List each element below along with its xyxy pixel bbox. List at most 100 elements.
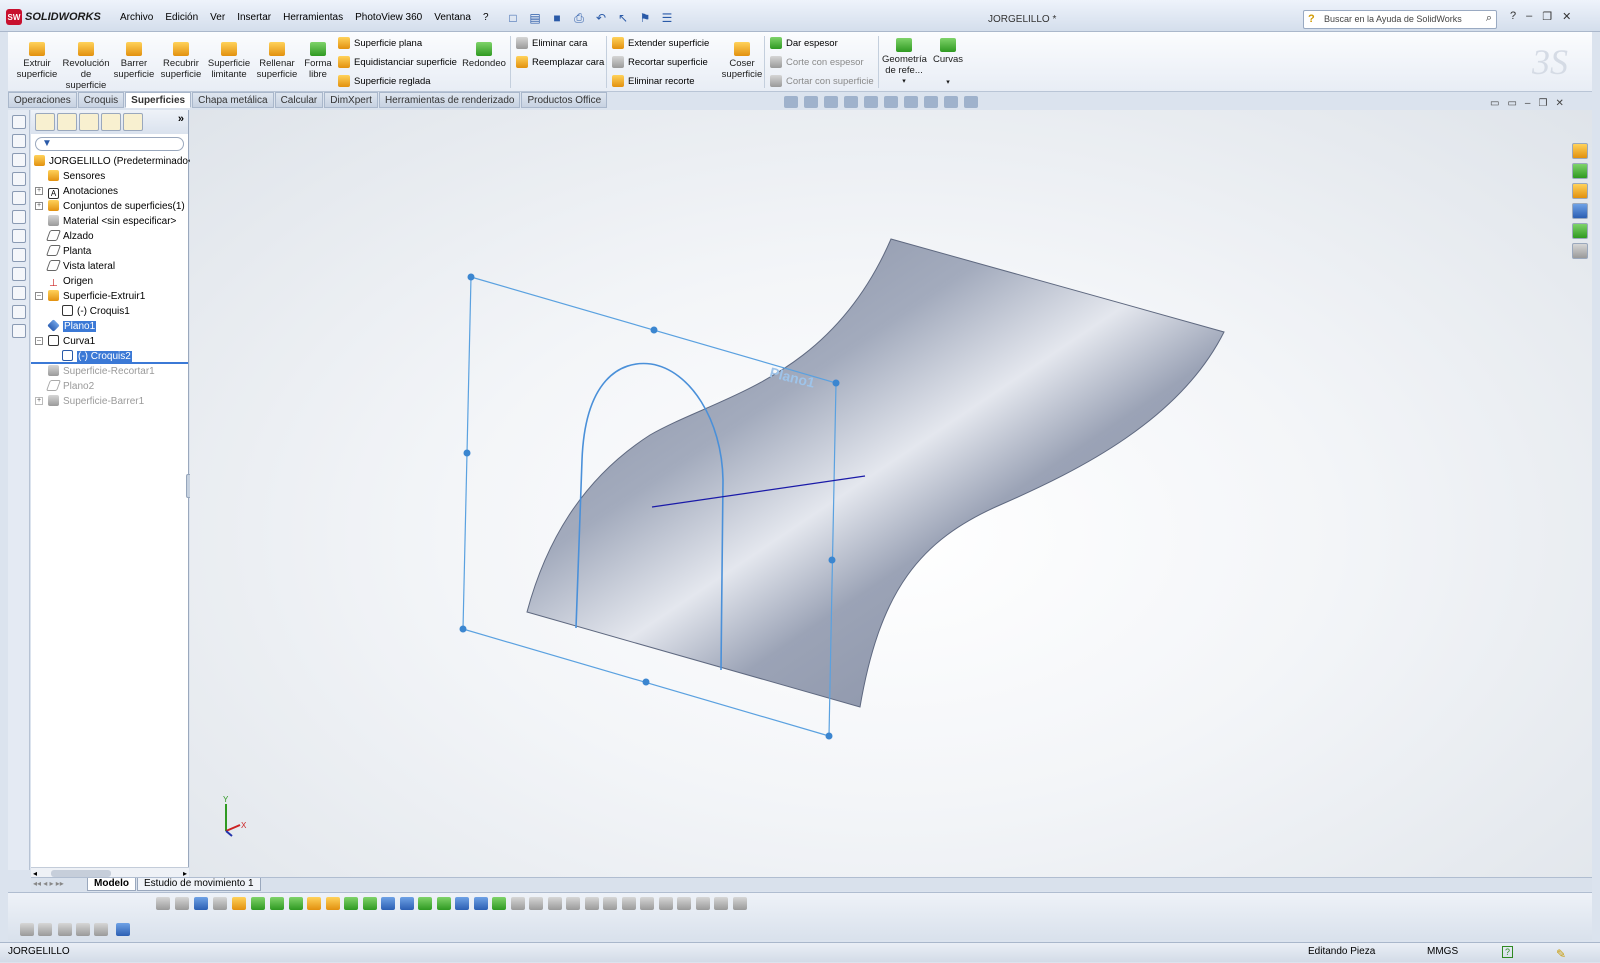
bottom-tool-icon[interactable] [213,897,227,910]
folder-icon[interactable] [1572,183,1588,199]
propertymanager-tab-icon[interactable] [57,113,77,131]
recortar-superficie-button[interactable]: Recortar superficie [612,56,708,68]
tab-productos-office[interactable]: Productos Office [521,92,608,108]
rellenar-superficie-button[interactable]: Rellenar superficie [254,42,300,80]
options-icon[interactable]: ☰ [658,10,676,26]
expand-icon[interactable]: + [35,397,43,405]
toolbar-icon[interactable] [11,191,26,205]
toolbar-icon[interactable] [11,115,26,129]
menu-help[interactable]: ? [483,12,489,23]
bottom-tool-icon[interactable] [76,923,90,936]
bottom-tool-icon[interactable] [566,897,580,910]
tab-nav-icon[interactable]: ◂◂ ◂ ▸ ▸▸ [33,879,64,888]
bottom-tool-icon[interactable] [94,923,108,936]
minimize-icon[interactable]: – [1525,98,1531,109]
model-view[interactable]: Plano1 YX [190,110,1592,882]
help-status-icon[interactable]: ? [1502,946,1513,958]
collapse-icon[interactable]: – [35,292,43,300]
bottom-tool-icon[interactable] [288,897,303,910]
menu-edicion[interactable]: Edición [165,12,198,23]
tab-superficies[interactable]: Superficies [125,92,192,108]
forma-libre-button[interactable]: Forma libre [302,42,334,80]
bottom-tool-icon[interactable] [603,897,617,910]
expand-icon[interactable]: + [35,202,43,210]
bottom-tool-icon[interactable] [621,897,636,910]
tab-modelo[interactable]: Modelo [87,878,136,891]
recubrir-superficie-button[interactable]: Recubrir superficie [158,42,204,80]
bottom-tool-icon[interactable] [529,897,543,910]
bottom-tool-icon[interactable] [584,897,599,910]
view-orientation-icon[interactable] [864,96,878,108]
restore-icon[interactable]: ❐ [1542,10,1552,23]
barrer-superficie-button[interactable]: Barrer superficie [112,42,156,80]
design-library-icon[interactable] [1572,163,1588,179]
swept-surface[interactable] [526,238,1225,708]
tab-calcular[interactable]: Calcular [274,92,324,108]
graphics-area[interactable]: Plano1 YX [190,110,1592,882]
tree-item-croquis2[interactable]: (-) Croquis2 [31,349,188,364]
save-icon[interactable]: ■ [548,10,566,26]
menu-insertar[interactable]: Insertar [237,12,271,23]
dar-espesor-button[interactable]: Dar espesor [770,37,838,49]
bottom-tool-icon[interactable] [714,897,728,910]
select-icon[interactable]: ↖ [614,10,632,26]
menu-photoview[interactable]: PhotoView 360 [355,12,422,23]
tab-chapa-metalica[interactable]: Chapa metálica [192,92,274,108]
view-settings-icon[interactable] [964,96,978,108]
bottom-tool-icon[interactable] [175,897,189,910]
curvas-button[interactable]: Curvas ▾ [930,38,966,88]
tab-dimxpert[interactable]: DimXpert [324,92,378,108]
superficie-plana-button[interactable]: Superficie plana [338,37,422,49]
open-icon[interactable]: ▤ [526,10,544,26]
eliminar-cara-button[interactable]: Eliminar cara [516,37,587,49]
bottom-tool-icon[interactable] [344,897,358,910]
menu-herramientas[interactable]: Herramientas [283,12,343,23]
help-icon[interactable]: ? [1510,10,1516,23]
toolbar-icon[interactable] [11,134,26,148]
bottom-tool-icon[interactable] [732,897,747,910]
geometria-referencia-button[interactable]: Geometría de refe... ▾ [882,38,927,87]
menu-ventana[interactable]: Ventana [434,12,471,23]
extruir-superficie-button[interactable]: Extruir superficie [14,42,60,80]
tree-item-alzado[interactable]: Alzado [31,229,188,244]
dimxpertmanager-tab-icon[interactable] [101,113,121,131]
close-icon[interactable]: ✕ [1562,10,1571,23]
toolbar-icon[interactable] [11,305,26,319]
tree-item-plano1[interactable]: Plano1 [31,319,188,334]
chevron-right-icon[interactable]: » [178,113,184,131]
bottom-tool-icon[interactable] [362,897,377,910]
custom-properties-icon[interactable] [1572,243,1588,259]
tile-icon[interactable]: ▭ [1490,98,1499,109]
tree-item-origen[interactable]: ⊥ Origen [31,274,188,289]
toolbar-icon[interactable] [11,286,26,300]
collapse-icon[interactable]: – [35,337,43,345]
superficie-reglada-button[interactable]: Superficie reglada [338,75,431,87]
tree-item-anotaciones[interactable]: + A Anotaciones [31,184,188,199]
bottom-tool-icon[interactable] [307,897,321,910]
bottom-tool-icon[interactable] [455,897,469,910]
toolbar-icon[interactable] [11,153,26,167]
tree-item-conjuntos[interactable]: + Conjuntos de superficies(1) [31,199,188,214]
appearance-icon[interactable] [924,96,938,108]
bottom-tool-icon[interactable] [436,897,451,910]
revolucion-superficie-button[interactable]: Revolución de superficie [62,42,110,91]
appearances-icon[interactable] [1572,223,1588,239]
featuremanager-tab-icon[interactable] [35,113,55,131]
bottom-tool-icon[interactable] [677,897,691,910]
bottom-tool-icon[interactable] [399,897,414,910]
equidistanciar-superficie-button[interactable]: Equidistanciar superficie [338,56,457,68]
zoom-to-fit-icon[interactable] [784,96,798,108]
displaymanager-tab-icon[interactable] [123,113,143,131]
reemplazar-cara-button[interactable]: Reemplazar cara [516,56,604,68]
section-view-icon[interactable] [844,96,858,108]
tab-croquis[interactable]: Croquis [77,92,125,108]
previous-view-icon[interactable] [824,96,838,108]
new-icon[interactable]: □ [504,10,522,26]
toolbar-icon[interactable] [11,210,26,224]
tree-root[interactable]: JORGELILLO (Predeterminado< [31,154,194,169]
bottom-tool-icon[interactable] [232,897,246,910]
redondeo-button[interactable]: Redondeo [462,42,506,69]
scene-icon[interactable] [944,96,958,108]
tree-item-superficie-recortar1[interactable]: Superficie-Recortar1 [31,364,188,379]
tab-operaciones[interactable]: Operaciones [8,92,77,108]
